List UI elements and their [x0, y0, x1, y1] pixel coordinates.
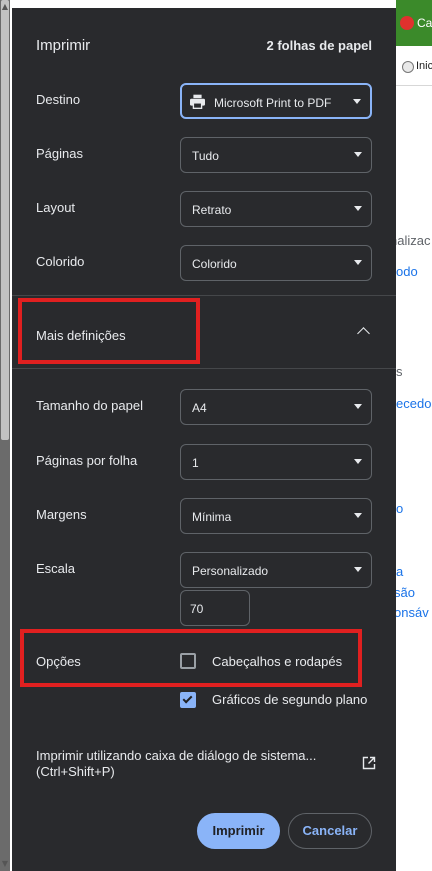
- dialog-header: Imprimir 2 folhas de papel: [36, 37, 372, 57]
- margins-row: Margens Mínima: [36, 498, 372, 534]
- chevron-up-icon: [357, 327, 370, 340]
- destination-label: Destino: [36, 92, 81, 107]
- layout-select[interactable]: Retrato: [180, 191, 372, 227]
- dropdown-caret-icon: [354, 260, 362, 265]
- scrollbar-thumb[interactable]: [1, 0, 9, 440]
- background-graphics-label[interactable]: Gráficos de segundo plano: [212, 692, 367, 707]
- system-dialog-shortcut: (Ctrl+Shift+P): [36, 764, 115, 779]
- bookmark-label[interactable]: Inicia: [416, 60, 432, 72]
- paper-size-select[interactable]: A4: [180, 389, 372, 425]
- color-select[interactable]: Colorido: [180, 245, 372, 281]
- pages-value: Tudo: [192, 149, 219, 163]
- print-button[interactable]: Imprimir: [197, 813, 280, 849]
- destination-select[interactable]: Microsoft Print to PDF: [180, 83, 372, 119]
- scroll-up-arrow-icon[interactable]: ▲: [1, 1, 9, 13]
- dropdown-caret-icon: [354, 567, 362, 572]
- pages-row: Páginas Tudo: [36, 137, 372, 173]
- tab-favicon-icon: [400, 16, 414, 30]
- checkmark-icon: [182, 693, 193, 704]
- background-graphics-checkbox[interactable]: [180, 692, 196, 708]
- pages-per-sheet-label: Páginas por folha: [36, 453, 138, 468]
- highlight-box-options: [20, 629, 362, 687]
- layout-label: Layout: [36, 200, 76, 215]
- scale-percent-value: 70: [190, 602, 204, 616]
- highlight-box-more-settings: [18, 298, 200, 364]
- pages-per-sheet-select[interactable]: 1: [180, 444, 372, 480]
- pages-label: Páginas: [36, 146, 83, 161]
- tab-title[interactable]: Ca: [417, 16, 432, 30]
- sheet-count: 2 folhas de papel: [266, 38, 372, 53]
- background-text: nalizac: [396, 233, 431, 248]
- printer-icon: [190, 94, 205, 109]
- paper-size-row: Tamanho do papel A4: [36, 389, 372, 425]
- scale-value: Personalizado: [192, 564, 269, 578]
- cancel-button[interactable]: Cancelar: [288, 813, 372, 849]
- dropdown-caret-icon: [354, 152, 362, 157]
- paper-size-value: A4: [192, 401, 207, 415]
- scroll-down-arrow-icon[interactable]: ▼: [1, 858, 9, 870]
- divider: [12, 295, 396, 296]
- paper-size-label: Tamanho do papel: [36, 398, 143, 413]
- divider: [12, 368, 396, 369]
- pages-per-sheet-value: 1: [192, 456, 199, 470]
- scale-label: Escala: [36, 561, 76, 576]
- background-page: Ca Inicia nalizac odo s ecedo o a são on…: [396, 0, 432, 871]
- print-dialog: Imprimir 2 folhas de papel Destino Micro…: [12, 8, 396, 871]
- scale-percent-input[interactable]: 70: [180, 590, 250, 626]
- layout-row: Layout Retrato: [36, 191, 372, 227]
- dropdown-caret-icon: [353, 99, 361, 104]
- dropdown-caret-icon: [354, 459, 362, 464]
- destination-row: Destino Microsoft Print to PDF: [36, 83, 372, 119]
- system-dialog-text: Imprimir utilizando caixa de diálogo de …: [36, 748, 326, 780]
- home-icon[interactable]: [402, 61, 414, 73]
- background-link[interactable]: ecedo: [396, 396, 431, 411]
- margins-value: Mínima: [192, 510, 232, 524]
- color-label: Colorido: [36, 254, 85, 269]
- background-tab-bar: Ca: [396, 0, 432, 46]
- system-dialog-line: Imprimir utilizando caixa de diálogo de …: [36, 748, 317, 763]
- background-link[interactable]: o: [396, 501, 403, 516]
- margins-select[interactable]: Mínima: [180, 498, 372, 534]
- color-value: Colorido: [192, 257, 237, 271]
- dialog-title: Imprimir: [36, 37, 91, 54]
- background-toolbar: Inicia: [396, 46, 432, 86]
- open-external-icon: [362, 756, 376, 770]
- system-dialog-link[interactable]: Imprimir utilizando caixa de diálogo de …: [36, 748, 376, 784]
- background-link[interactable]: são: [396, 585, 415, 600]
- dropdown-caret-icon: [354, 206, 362, 211]
- color-row: Colorido Colorido: [36, 245, 372, 281]
- destination-value: Microsoft Print to PDF: [214, 96, 332, 110]
- scale-select[interactable]: Personalizado: [180, 552, 372, 588]
- scale-row: Escala Personalizado: [36, 552, 372, 588]
- background-scrollbar[interactable]: ▲ ▼: [0, 0, 10, 871]
- layout-value: Retrato: [192, 203, 232, 217]
- dropdown-caret-icon: [354, 513, 362, 518]
- pages-select[interactable]: Tudo: [180, 137, 372, 173]
- background-link[interactable]: odo: [396, 264, 418, 279]
- margins-label: Margens: [36, 507, 87, 522]
- pages-per-sheet-row: Páginas por folha 1: [36, 444, 372, 480]
- background-link[interactable]: a: [396, 564, 403, 579]
- dropdown-caret-icon: [354, 404, 362, 409]
- background-link[interactable]: onsáv: [396, 605, 429, 620]
- background-text: s: [396, 364, 403, 379]
